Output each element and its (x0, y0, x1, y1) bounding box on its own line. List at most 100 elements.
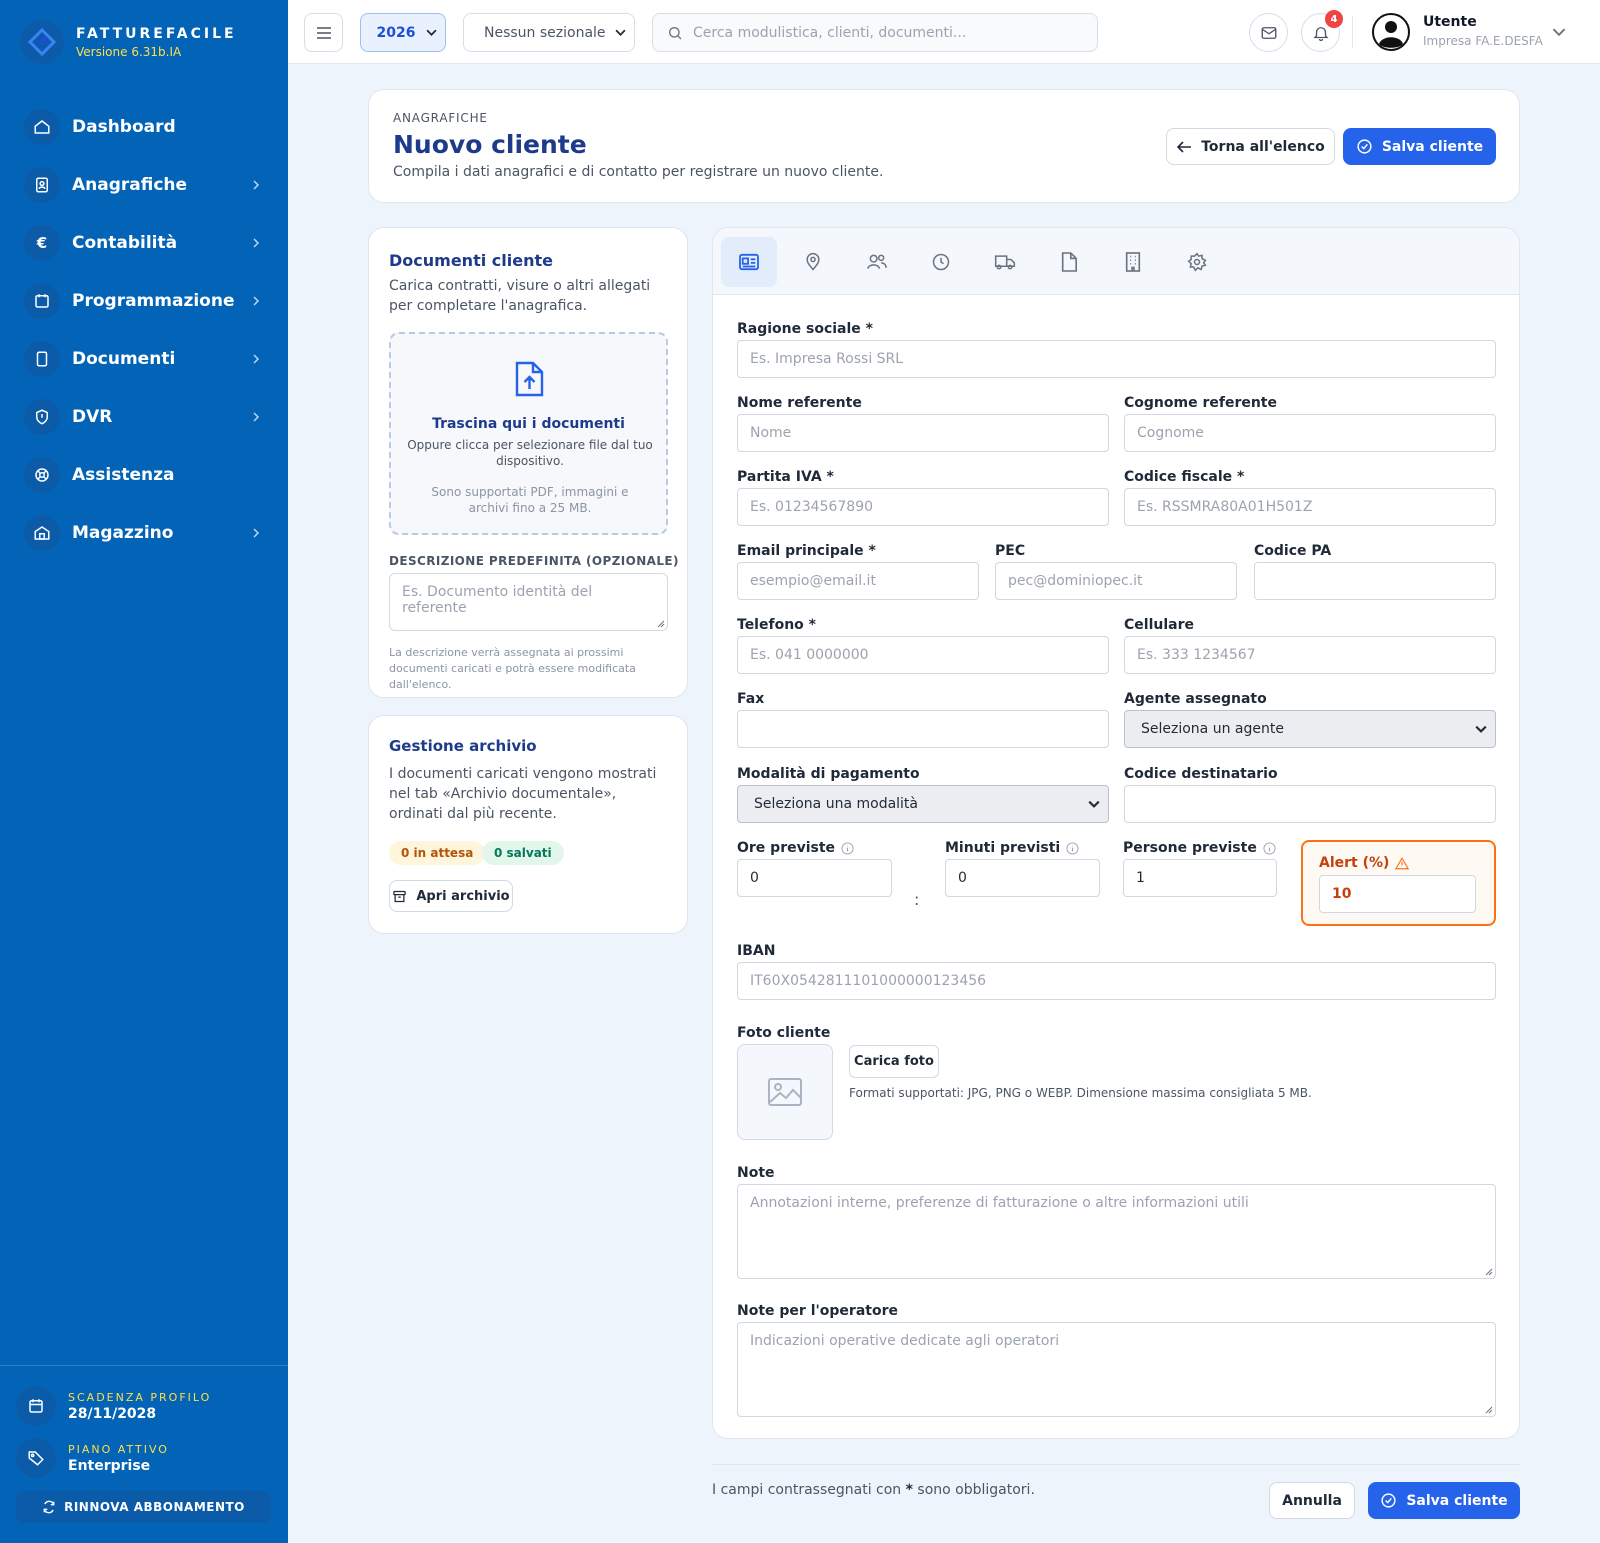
photo-preview[interactable] (737, 1044, 833, 1140)
chevron-down-icon[interactable] (1552, 24, 1566, 43)
sidebar-item-programmazione[interactable]: Programmazione (0, 272, 288, 330)
notifications-button[interactable]: 4 (1301, 10, 1343, 52)
year-select[interactable]: 2026 (360, 13, 446, 52)
sidebar: FATTUREFACILE Versione 6.31b.IA Dashboar… (0, 0, 288, 1543)
user-name[interactable]: Utente (1423, 14, 1477, 30)
agente-select[interactable]: Seleziona un agente (1124, 710, 1496, 748)
time-separator: : (914, 890, 920, 909)
default-description-placeholder: Es. Documento identità del referente (402, 584, 593, 616)
cognome-referente-placeholder: Cognome (1137, 425, 1204, 441)
minuti-previsti-input[interactable]: 0 (945, 859, 1100, 897)
clock-icon (932, 253, 950, 271)
ore-previste-input[interactable]: 0 (737, 859, 892, 897)
cognome-referente-label: Cognome referente (1124, 395, 1277, 411)
upload-photo-button[interactable]: Carica foto (849, 1045, 939, 1078)
codice-fiscale-input[interactable]: Es. RSSMRA80A01H501Z (1124, 488, 1496, 526)
fax-input[interactable] (737, 710, 1109, 748)
truck-icon (994, 255, 1016, 270)
warning-icon (1395, 856, 1410, 869)
sezionale-select[interactable]: Nessun sezionale (463, 13, 635, 52)
iban-input[interactable]: IT60X0542811101000000123456 (737, 962, 1496, 1000)
codice-destinatario-input[interactable] (1124, 785, 1496, 823)
cancel-button[interactable]: Annulla (1269, 1482, 1355, 1519)
map-pin-icon (806, 252, 820, 271)
codice-pa-input[interactable] (1254, 562, 1496, 600)
cellulare-input[interactable]: Es. 333 1234567 (1124, 636, 1496, 674)
bell-icon (1312, 26, 1329, 41)
sidebar-item-dvr[interactable]: DVR (0, 388, 288, 446)
tab-documenti[interactable] (1041, 237, 1097, 287)
user-company: Impresa FA.E.DESFA (1423, 34, 1543, 48)
tab-sedi[interactable] (1105, 237, 1161, 287)
note-textarea[interactable]: Annotazioni interne, preferenze di fattu… (737, 1184, 1496, 1279)
default-description-input[interactable]: Es. Documento identità del referente (389, 573, 668, 631)
nome-referente-label: Nome referente (737, 395, 862, 411)
tab-trasporto[interactable] (977, 237, 1033, 287)
sidebar-item-anagrafiche[interactable]: Anagrafiche (0, 156, 288, 214)
foto-label: Foto cliente (737, 1025, 831, 1041)
search-placeholder: Cerca modulistica, clienti, documenti... (693, 24, 967, 41)
tab-indirizzi[interactable] (785, 237, 841, 287)
notifications-badge: 4 (1325, 10, 1343, 28)
persone-previste-input[interactable]: 1 (1123, 859, 1277, 897)
tab-orari[interactable] (913, 237, 969, 287)
note-label: Note (737, 1165, 775, 1181)
fax-label: Fax (737, 691, 765, 707)
codice-fiscale-placeholder: Es. RSSMRA80A01H501Z (1137, 499, 1313, 515)
avatar[interactable] (1372, 13, 1410, 51)
telefono-input[interactable]: Es. 041 0000000 (737, 636, 1109, 674)
brand-version: Versione 6.31b.IA (76, 44, 182, 59)
documents-dropzone[interactable]: Trascina qui i documenti Oppure clicca p… (389, 332, 668, 535)
tab-impostazioni[interactable] (1169, 237, 1225, 287)
chevron-down-icon (615, 29, 626, 36)
image-icon (768, 1078, 802, 1106)
save-client-button[interactable]: Salva cliente (1343, 128, 1496, 165)
back-to-list-button[interactable]: Torna all'elenco (1166, 128, 1335, 165)
open-archive-button[interactable]: Apri archivio (389, 880, 513, 912)
renew-subscription-button[interactable]: RINNOVA ABBONAMENTO (16, 1491, 271, 1523)
tab-anagrafica[interactable] (721, 237, 777, 287)
sidebar-item-magazzino[interactable]: Magazzino (0, 504, 288, 562)
expiry-label: SCADENZA PROFILO (68, 1390, 212, 1404)
pagamento-select[interactable]: Seleziona una modalità (737, 785, 1109, 823)
note-before: I campi contrassegnati con (712, 1482, 906, 1498)
plan-label: PIANO ATTIVO (68, 1442, 169, 1456)
nome-referente-input[interactable]: Nome (737, 414, 1109, 452)
minuti-previsti-value: 0 (958, 870, 967, 886)
archive-icon (393, 890, 407, 902)
pagamento-value: Seleziona una modalità (754, 796, 919, 812)
resize-handle-icon[interactable] (1484, 1267, 1493, 1276)
documents-title: Documenti cliente (389, 251, 553, 270)
note-operatore-textarea[interactable]: Indicazioni operative dedicate agli oper… (737, 1322, 1496, 1417)
ragione-sociale-input[interactable]: Es. Impresa Rossi SRL (737, 340, 1496, 378)
menu-toggle-button[interactable] (304, 13, 343, 52)
sidebar-item-dashboard[interactable]: Dashboard (0, 98, 288, 156)
cognome-referente-input[interactable]: Cognome (1124, 414, 1496, 452)
sidebar-item-assistenza[interactable]: Assistenza (0, 446, 288, 504)
id-card-icon (739, 253, 759, 271)
tab-contatti[interactable] (849, 237, 905, 287)
codice-pa-label: Codice PA (1254, 543, 1332, 559)
search-input[interactable]: Cerca modulistica, clienti, documenti... (652, 13, 1098, 52)
iban-label: IBAN (737, 943, 776, 959)
breadcrumb: ANAGRAFICHE (393, 111, 488, 125)
note-after: sono obbligatori. (912, 1482, 1035, 1498)
persone-previste-label: Persone previste (1123, 840, 1276, 856)
alert-input[interactable]: 10 (1319, 875, 1476, 913)
messages-button[interactable] (1249, 13, 1288, 52)
partita-iva-input[interactable]: Es. 01234567890 (737, 488, 1109, 526)
check-circle-icon (1381, 1493, 1396, 1508)
agente-label: Agente assegnato (1124, 691, 1267, 707)
pec-field[interactable]: pec@dominiopec.it (995, 562, 1237, 600)
resize-handle-icon[interactable] (656, 619, 665, 628)
email-field[interactable]: esempio@email.it (737, 562, 979, 600)
sidebar-item-documenti[interactable]: Documenti (0, 330, 288, 388)
resize-handle-icon[interactable] (1484, 1405, 1493, 1414)
save-client-footer-button[interactable]: Salva cliente (1368, 1482, 1520, 1519)
brand[interactable]: FATTUREFACILE Versione 6.31b.IA (20, 20, 237, 64)
persone-previste-label-text: Persone previste (1123, 840, 1257, 856)
sidebar-item-contabilita[interactable]: € Contabilità (0, 214, 288, 272)
codice-fiscale-label: Codice fiscale * (1124, 469, 1245, 485)
required-fields-note: I campi contrassegnati con * sono obblig… (712, 1482, 1035, 1498)
year-value: 2026 (376, 24, 416, 41)
